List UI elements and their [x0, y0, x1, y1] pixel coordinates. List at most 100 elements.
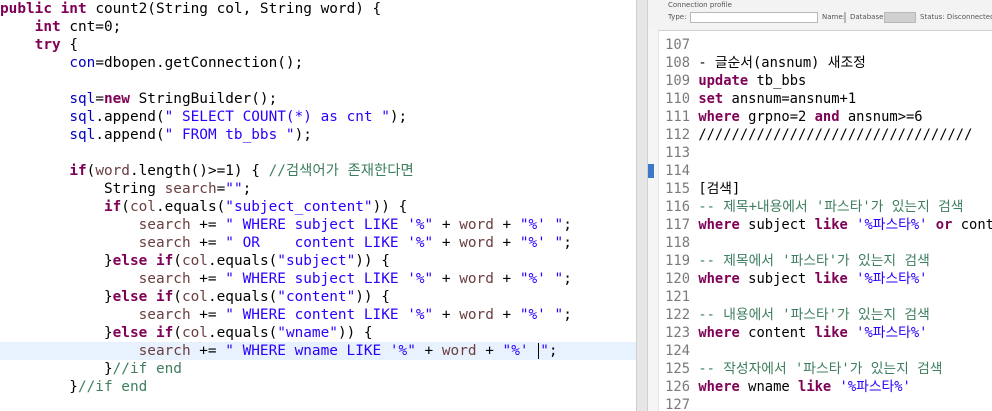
code-token: String [0, 181, 165, 197]
sql-token: -- 내용에서 '파스타'가 있는지 검색 [698, 307, 930, 323]
java-code-line[interactable]: search += " WHERE subject LIKE '%" + wor… [0, 270, 636, 288]
line-number: 125 [665, 361, 690, 377]
code-token: if [103, 199, 122, 215]
code-token: else if [112, 289, 174, 305]
code-token: search [138, 271, 191, 287]
sql-code-line[interactable]: 116 -- 제목+내용에서 '파스타'가 있는지 검색 [648, 198, 992, 216]
code-token: } [0, 253, 113, 269]
code-token: cnt=0; [69, 19, 122, 35]
sql-token: set [698, 91, 724, 107]
connection-profile-bar: Connection profile Type: Name: Database:… [648, 0, 992, 31]
sql-editor[interactable]: Connection profile Type: Name: Database:… [648, 0, 992, 411]
java-code-line[interactable]: }//if end [0, 360, 636, 378]
code-token: try [34, 37, 61, 53]
sql-code-line[interactable]: 113 [648, 144, 992, 162]
sql-code-line[interactable]: 124 [648, 342, 992, 360]
code-token: sql [69, 109, 96, 125]
code-token: else if [112, 325, 174, 341]
sql-token: cont [952, 217, 992, 233]
code-token: word [459, 271, 494, 287]
sql-code-line[interactable]: 112 ///////////////////////////////// [648, 126, 992, 144]
sql-code-line[interactable]: 110 set ansnum=ansnum+1 [648, 90, 992, 108]
sql-code-line[interactable]: 111 where grpno=2 and ansnum>=6 [648, 108, 992, 126]
line-number: 117 [665, 217, 690, 233]
sql-code-line[interactable]: 118 [648, 234, 992, 252]
sql-code-line[interactable]: 126 where wname like '%파스타%' [648, 378, 992, 396]
code-token: + [433, 235, 460, 251]
sql-code-line[interactable]: 123 where content like '%파스타%' [648, 324, 992, 342]
code-token: if [69, 163, 87, 179]
java-code-line[interactable]: con=dbopen.getConnection(); [0, 54, 636, 72]
database-select[interactable] [884, 12, 916, 23]
sql-code-line[interactable]: 108 - 글순서(ansnum) 새조정 [648, 54, 992, 72]
code-token: " OR content LIKE '%" [225, 235, 434, 251]
connection-profile-title: Connection profile [668, 1, 732, 9]
java-code-line[interactable]: String search=""; [0, 180, 636, 198]
status-label: Status: Disconnected, A [920, 13, 992, 21]
gutter-gap [690, 289, 698, 305]
sql-code-line[interactable]: 107 [648, 36, 992, 54]
java-code-line[interactable]: if(word.length()>=1) { //검색어가 존재한다면 [0, 162, 636, 180]
java-code-line[interactable]: public int count2(String col, String wor… [0, 0, 636, 18]
java-code-line[interactable]: sql=new StringBuilder(); [0, 90, 636, 108]
sql-code-line[interactable]: 120 where subject like '%파스타%' [648, 270, 992, 288]
code-token: search [138, 217, 191, 233]
sql-code-line[interactable]: 125 -- 작성자에서 '파스타'가 있는지 검색 [648, 360, 992, 378]
sql-code-line[interactable]: 122 -- 내용에서 '파스타'가 있는지 검색 [648, 306, 992, 324]
code-token: )) { [355, 253, 390, 269]
sql-code-line[interactable]: 121 [648, 288, 992, 306]
editor-split-divider[interactable] [636, 0, 648, 411]
code-token: + [493, 271, 520, 287]
code-token: += [190, 271, 226, 287]
java-code-line[interactable]: if(col.equals("subject_content")) { [0, 198, 636, 216]
code-token: } [0, 289, 113, 305]
java-code-line[interactable] [0, 72, 636, 90]
java-code-line[interactable]: search += " WHERE content LIKE '%" + wor… [0, 306, 636, 324]
line-number: 124 [665, 343, 690, 359]
code-token: word [459, 235, 494, 251]
code-token: .equals( [207, 253, 278, 269]
sql-code-line[interactable]: 109 update tb_bbs [648, 72, 992, 90]
sql-token: ///////////////////////////////// [698, 127, 973, 143]
java-code-line[interactable]: }else if(col.equals("subject")) { [0, 252, 636, 270]
sql-token: where [698, 217, 740, 233]
sql-code-line[interactable]: 115 [검색] [648, 180, 992, 198]
code-token: ; [242, 181, 252, 197]
sql-code-line[interactable]: 127 [648, 396, 992, 411]
sql-token: where [698, 109, 740, 125]
java-code-line[interactable]: search += " WHERE wname LIKE '%" + word … [0, 342, 636, 360]
code-token: " SELECT COUNT(*) as cnt " [164, 109, 390, 125]
java-code-line[interactable]: search += " WHERE subject LIKE '%" + wor… [0, 216, 636, 234]
java-code-line[interactable]: sql.append(" SELECT COUNT(*) as cnt "); [0, 108, 636, 126]
sql-code-line[interactable]: 119 -- 제목에서 '파스타'가 있는지 검색 [648, 252, 992, 270]
code-token: "subject" [277, 253, 356, 269]
sql-token: [검색] [698, 181, 741, 197]
java-code-line[interactable]: sql.append(" FROM tb_bbs "); [0, 126, 636, 144]
code-token: } [0, 361, 113, 377]
code-token: .equals( [155, 199, 226, 215]
code-token: col [181, 253, 208, 269]
line-number: 123 [665, 325, 690, 341]
type-select[interactable] [690, 12, 818, 23]
java-code-line[interactable]: int cnt=0; [0, 18, 636, 36]
java-code-line[interactable]: try { [0, 36, 636, 54]
java-code-line[interactable] [0, 144, 636, 162]
sql-code-line[interactable]: 114 [648, 162, 992, 180]
java-code-line[interactable]: }else if(col.equals("content")) { [0, 288, 636, 306]
sql-token: - 글순서(ansnum) 새조정 [698, 55, 866, 71]
java-code-line[interactable]: search += " OR content LIKE '%" + word +… [0, 234, 636, 252]
code-token: "" [225, 181, 243, 197]
sql-code-line[interactable]: 117 where subject like '%파스타%' or cont [648, 216, 992, 234]
java-code-line[interactable]: }else if(col.equals("wname")) { [0, 324, 636, 342]
code-token: ( [173, 289, 182, 305]
java-code-line[interactable]: }//if end [0, 378, 636, 396]
code-token: col [181, 325, 208, 341]
code-token: " WHERE subject LIKE '%" [225, 271, 434, 287]
java-editor[interactable]: public int count2(String col, String wor… [0, 0, 636, 411]
